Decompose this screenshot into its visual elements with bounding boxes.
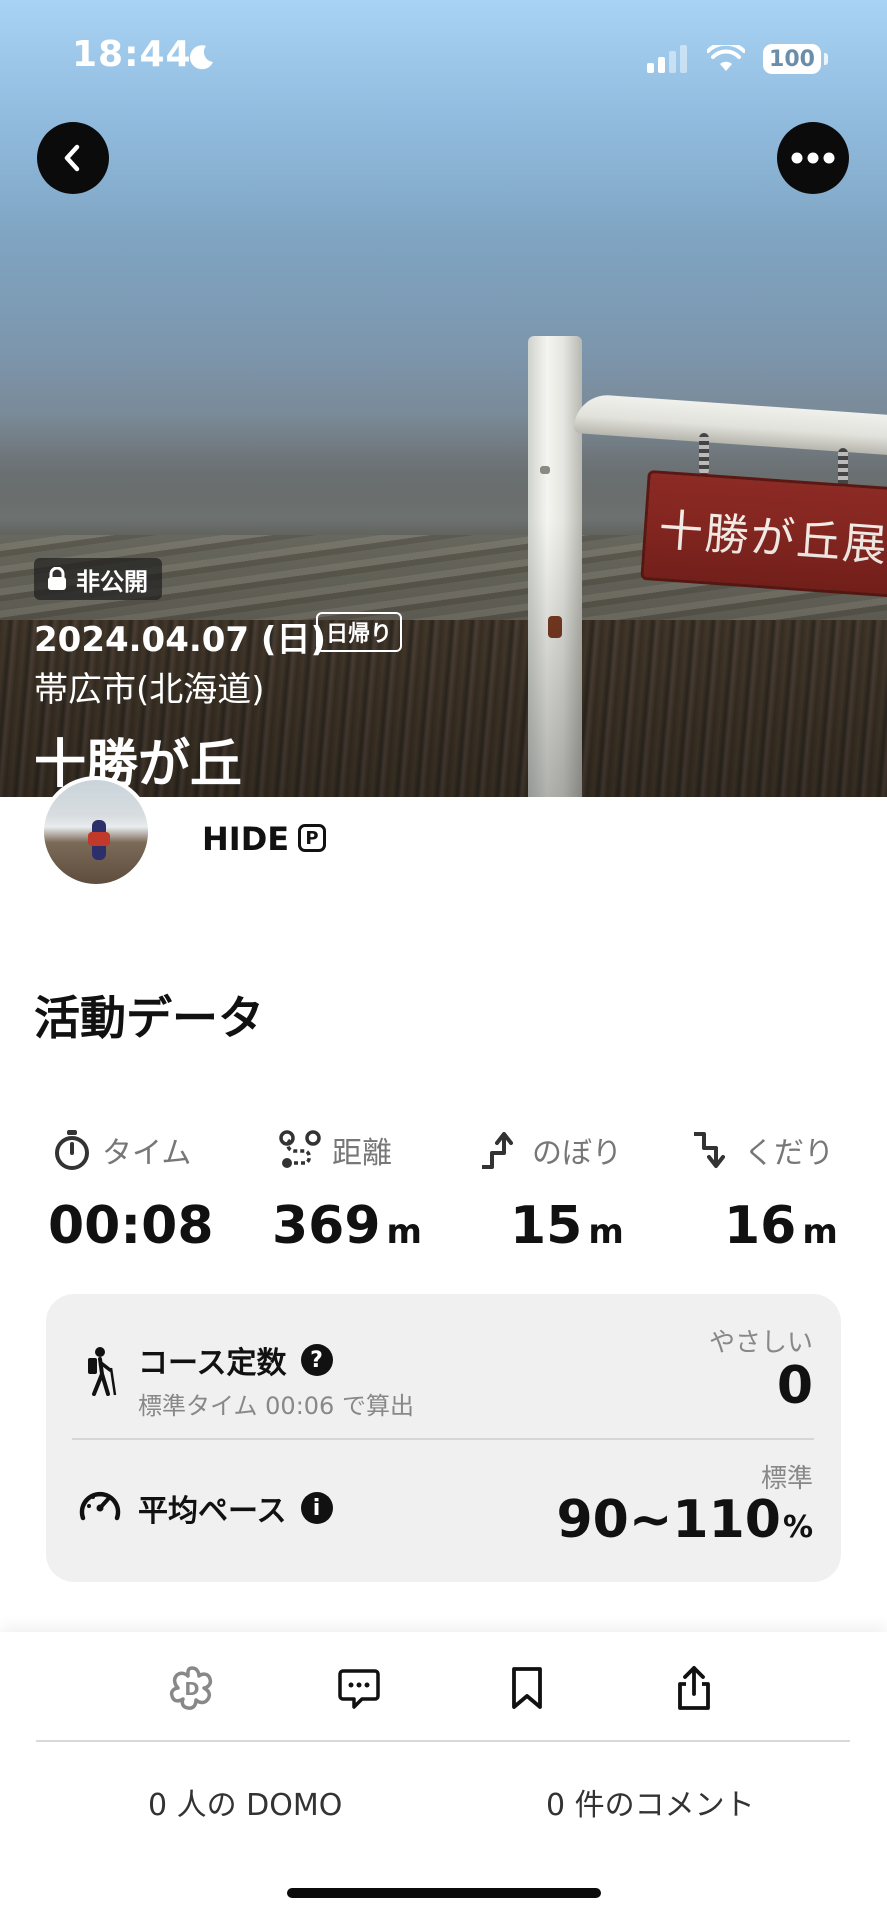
wifi-icon [707, 45, 745, 71]
stopwatch-icon [55, 1130, 89, 1170]
stat-unit: m [588, 1212, 624, 1252]
domo-button[interactable]: D [162, 1658, 222, 1718]
activity-location: 帯広市(北海道) [34, 670, 265, 710]
info-icon[interactable]: i [300, 1492, 333, 1524]
battery-indicator: 100 [763, 44, 828, 74]
stat-label: 距離 [332, 1136, 392, 1171]
share-button[interactable] [664, 1658, 724, 1718]
pace-unit: % [782, 1510, 813, 1545]
stat-value: 00:08 [48, 1196, 214, 1256]
avatar-figure [88, 832, 110, 846]
photo-signpost-arm [573, 393, 887, 456]
stat-distance: 距離 369 m [272, 1128, 422, 1256]
course-constant-note: 標準タイム 00:06 で算出 [138, 1392, 414, 1420]
stat-label: のぼり [532, 1136, 622, 1171]
post-mark [540, 466, 550, 474]
comment-button[interactable] [329, 1658, 389, 1718]
help-icon[interactable]: ? [300, 1344, 333, 1376]
status-icons: 100 [647, 44, 828, 74]
stat-descent: くだり 16 m [690, 1128, 838, 1256]
share-icon [678, 1666, 710, 1710]
premium-badge-icon: P [298, 824, 326, 852]
svg-text:D: D [185, 1679, 200, 1700]
photo-chain [699, 433, 709, 475]
avatar[interactable] [40, 776, 152, 888]
activity-date: 2024.04.07 (日) [34, 620, 327, 660]
speedometer-icon [79, 1491, 121, 1521]
stat-unit: m [386, 1212, 422, 1252]
pace-number: 90~110 [556, 1490, 781, 1550]
domo-count-link[interactable]: 0 人の DOMO [148, 1780, 342, 1824]
ellipsis-icon [791, 152, 835, 164]
stat-value: 369 [272, 1196, 381, 1256]
average-pace-label: 平均ペース i [138, 1486, 333, 1530]
stat-value: 16 [724, 1196, 797, 1256]
more-options-button[interactable] [777, 122, 849, 194]
domo-flower-icon: D [169, 1666, 213, 1710]
stat-label: くだり [744, 1136, 834, 1171]
stat-unit: m [802, 1212, 838, 1252]
stat-value: 15 [510, 1196, 583, 1256]
bottom-action-bar: D 0 人の DOMO 0 件のコメント [0, 1632, 887, 1920]
back-button[interactable] [37, 122, 109, 194]
average-pace-value: 90~110% [556, 1490, 813, 1550]
descent-icon [694, 1132, 725, 1168]
average-pace-text: 平均ペース [138, 1494, 287, 1529]
chevron-left-icon [64, 144, 80, 172]
comment-icon [338, 1669, 380, 1709]
course-level: やさしい [708, 1328, 813, 1358]
moon-icon [189, 45, 213, 70]
stat-time: タイム 00:08 [48, 1128, 214, 1256]
username[interactable]: HIDE [202, 820, 289, 858]
card-divider [72, 1438, 814, 1440]
course-constant-label: コース定数 ? [138, 1338, 333, 1382]
trip-type-badge: 日帰り [316, 612, 403, 652]
private-label: 非公開 [76, 567, 148, 596]
summary-card: コース定数 ? 標準タイム 00:06 で算出 やさしい 0 平均ペース i 標… [46, 1294, 841, 1582]
bookmark-button[interactable] [497, 1658, 557, 1718]
private-badge: 非公開 [34, 558, 162, 600]
course-constant-text: コース定数 [138, 1346, 287, 1381]
bar-divider [36, 1740, 850, 1742]
stat-ascent: のぼり 15 m [478, 1128, 624, 1256]
comment-count-link[interactable]: 0 件のコメント [546, 1780, 755, 1824]
bookmark-icon [512, 1667, 542, 1709]
home-indicator[interactable] [287, 1888, 601, 1898]
lock-icon [48, 567, 66, 590]
route-icon [279, 1130, 321, 1168]
ascent-icon [482, 1132, 513, 1169]
signal-icon [647, 45, 687, 73]
stat-label: タイム [102, 1136, 192, 1171]
section-title: 活動データ [34, 991, 264, 1045]
status-time: 18:44 [72, 34, 192, 75]
course-constant-value: 0 [776, 1356, 813, 1416]
hiker-icon [88, 1347, 117, 1396]
